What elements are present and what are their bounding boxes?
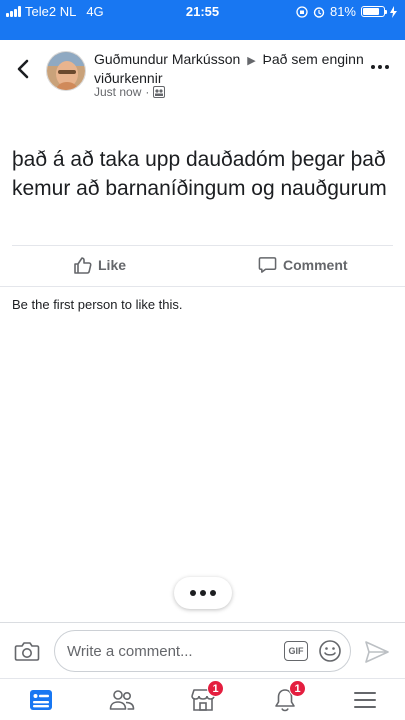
nav-news-feed[interactable] (26, 685, 56, 715)
more-comments-button[interactable] (174, 577, 232, 609)
camera-icon[interactable] (14, 639, 40, 663)
post-text: það á að taka upp dauðadóm þegar það kem… (12, 148, 387, 200)
nav-menu[interactable] (350, 685, 380, 715)
comment-label: Comment (283, 256, 348, 273)
post-timestamp[interactable]: Just now (94, 85, 141, 99)
notifications-badge: 1 (289, 680, 306, 697)
divider (0, 286, 405, 287)
like-button[interactable]: Like (73, 255, 126, 275)
gif-button[interactable]: GIF (284, 641, 308, 661)
alarm-icon (313, 6, 325, 18)
post-meta: Just now · (94, 85, 166, 99)
comment-composer: GIF (0, 622, 405, 678)
comment-icon (258, 257, 277, 273)
group-icon (153, 86, 166, 98)
dot (200, 590, 206, 596)
post-header: Guðmundur Markússon ▶ Það sem enginn við… (0, 40, 405, 110)
avatar[interactable] (46, 51, 86, 91)
comment-button[interactable]: Comment (258, 255, 348, 274)
battery-icon (361, 6, 387, 17)
charging-icon (390, 5, 397, 18)
nav-marketplace[interactable]: 1 (188, 680, 224, 715)
status-right: 81% (296, 4, 397, 19)
nav-groups[interactable] (107, 685, 137, 715)
status-bar: Tele2 NL 4G 21:55 81% (0, 0, 405, 40)
emoji-icon[interactable] (318, 639, 342, 663)
likes-summary: Be the first person to like this. (12, 297, 183, 312)
groups-icon (109, 690, 135, 710)
thumbs-up-icon (74, 257, 92, 274)
battery-fill (363, 8, 380, 15)
bottom-nav: 1 1 (0, 678, 405, 720)
more-options-icon[interactable] (371, 65, 389, 69)
like-label: Like (98, 257, 127, 273)
arrow-right-icon: ▶ (247, 55, 256, 67)
avatar-image (47, 52, 85, 90)
action-bar: Like Comment (0, 246, 405, 286)
author-line: Guðmundur Markússon ▶ Það sem enginn við… (94, 51, 364, 87)
author-name[interactable]: Guðmundur Markússon (94, 51, 240, 67)
orientation-lock-icon (296, 5, 308, 18)
meta-separator: · (145, 85, 150, 99)
marketplace-badge: 1 (207, 680, 224, 697)
dot (210, 590, 216, 596)
battery-percent: 81% (329, 4, 356, 19)
dot (190, 590, 196, 596)
news-feed-icon (30, 690, 52, 710)
nav-notifications[interactable]: 1 (270, 680, 306, 715)
send-icon[interactable] (364, 640, 390, 664)
menu-icon (354, 692, 376, 708)
back-icon[interactable] (12, 57, 36, 81)
